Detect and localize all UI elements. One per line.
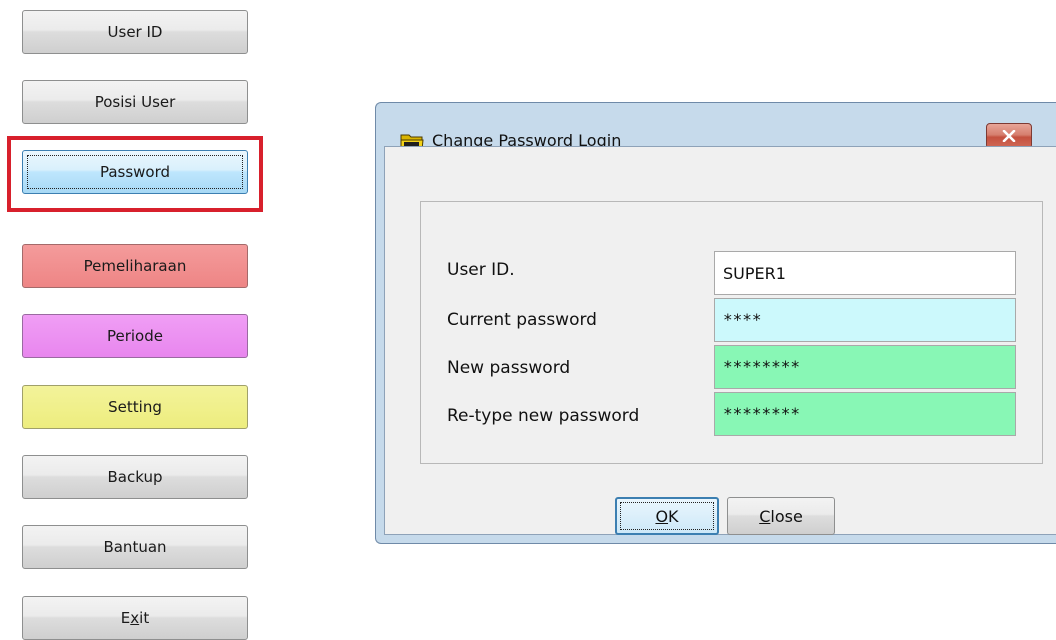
retype-password-label: Re-type new password bbox=[447, 406, 640, 426]
current-password-label: Current password bbox=[447, 310, 597, 330]
exit-button[interactable]: Exit bbox=[22, 596, 248, 640]
bantuan-button[interactable]: Bantuan bbox=[22, 525, 248, 569]
posisi-user-button[interactable]: Posisi User bbox=[22, 80, 248, 124]
posisi-user-label: Posisi User bbox=[94, 93, 176, 111]
dialog-client: User ID. SUPER1 Current password **** Ne… bbox=[384, 146, 1056, 535]
bantuan-label: Bantuan bbox=[103, 538, 167, 556]
ok-button[interactable]: OK bbox=[615, 497, 719, 535]
pemeliharaan-button[interactable]: Pemeliharaan bbox=[22, 244, 248, 288]
user-id-field-label: User ID. bbox=[447, 260, 515, 280]
setting-label: Setting bbox=[108, 398, 162, 416]
new-password-label: New password bbox=[447, 358, 571, 378]
close-icon bbox=[1002, 130, 1016, 142]
pemeliharaan-label: Pemeliharaan bbox=[83, 257, 187, 275]
retype-password-field[interactable]: ******** bbox=[714, 392, 1016, 436]
focus-ring bbox=[27, 155, 243, 189]
close-label: Close bbox=[759, 507, 803, 526]
user-id-label: User ID bbox=[107, 23, 163, 41]
setting-button[interactable]: Setting bbox=[22, 385, 248, 429]
backup-label: Backup bbox=[107, 468, 163, 486]
exit-label: Exit bbox=[121, 609, 149, 627]
close-mnemonic: C bbox=[759, 506, 771, 526]
new-password-field[interactable]: ******** bbox=[714, 345, 1016, 389]
user-id-field[interactable]: SUPER1 bbox=[714, 251, 1016, 295]
close-button[interactable]: Close bbox=[727, 497, 835, 535]
periode-button[interactable]: Periode bbox=[22, 314, 248, 358]
exit-label-start: E bbox=[120, 609, 131, 627]
current-password-field[interactable]: **** bbox=[714, 298, 1016, 342]
password-button[interactable]: Password bbox=[22, 150, 248, 194]
close-label-rest: lose bbox=[770, 506, 803, 526]
ok-focus-ring bbox=[620, 502, 714, 530]
backup-button[interactable]: Backup bbox=[22, 455, 248, 499]
exit-mnemonic: x bbox=[130, 609, 140, 627]
change-password-dialog: Change Password Login User ID. SUPER1 Cu… bbox=[375, 102, 1056, 544]
exit-label-end: it bbox=[139, 609, 150, 627]
user-id-button[interactable]: User ID bbox=[22, 10, 248, 54]
periode-label: Periode bbox=[106, 327, 163, 345]
